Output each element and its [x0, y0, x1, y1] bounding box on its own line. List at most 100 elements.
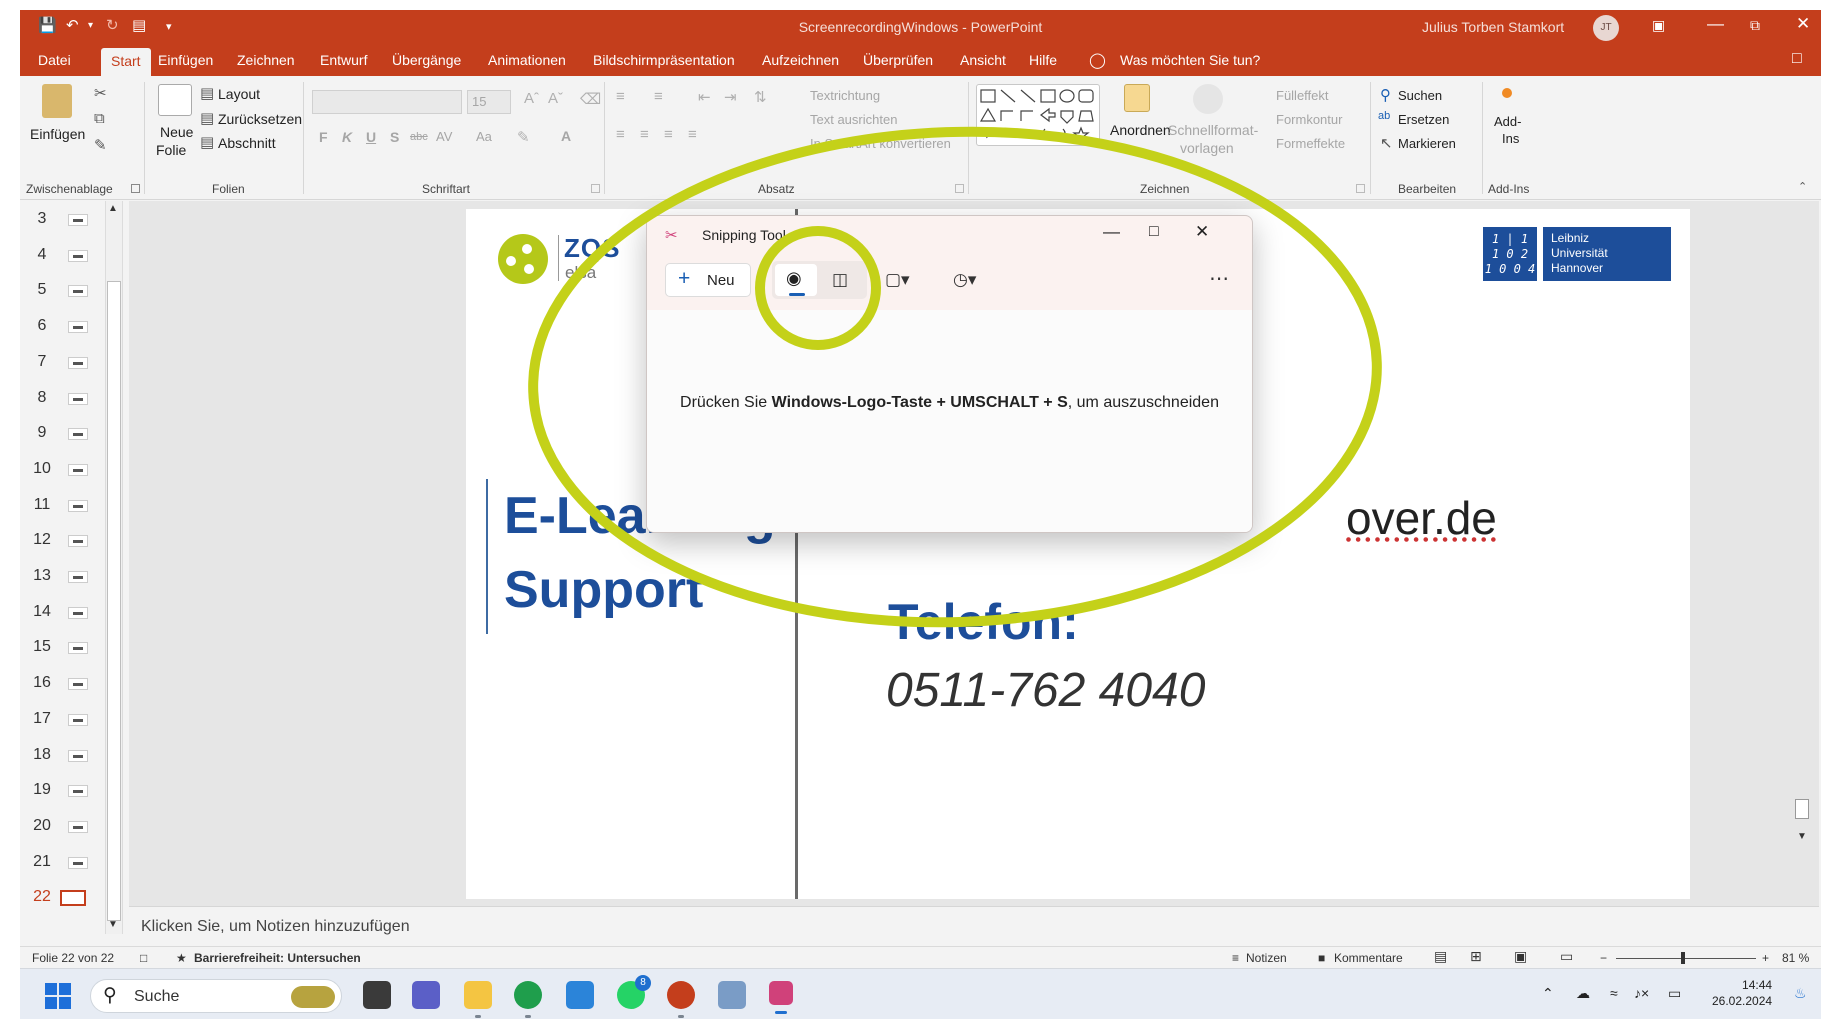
grow-font-icon[interactable]: Aˆ	[524, 90, 539, 107]
slide-thumbnail[interactable]	[68, 749, 88, 762]
tab-animationen[interactable]: Animationen	[488, 52, 566, 68]
slide-thumbnail[interactable]	[68, 285, 88, 298]
font-name-input[interactable]	[312, 90, 462, 114]
section-button[interactable]: Abschnitt	[218, 135, 276, 151]
align-center-icon[interactable]: ≡	[640, 126, 649, 143]
slide-number[interactable]: 5	[28, 281, 56, 299]
zoom-in-icon[interactable]: +	[1762, 951, 1769, 965]
paste-icon[interactable]	[42, 84, 72, 118]
slide-number[interactable]: 3	[28, 210, 56, 228]
char-spacing-button[interactable]: AV	[436, 129, 452, 144]
zoom-slider-thumb[interactable]	[1681, 952, 1685, 964]
quick-styles-icon[interactable]	[1193, 84, 1223, 114]
format-painter-icon[interactable]: ✎	[94, 136, 107, 154]
slide-number[interactable]: 7	[28, 353, 56, 371]
wifi-icon[interactable]: ≈	[1610, 985, 1618, 1001]
slide-thumbnail[interactable]	[68, 499, 88, 512]
minimize-icon[interactable]: —	[1103, 222, 1120, 242]
comment-icon[interactable]: □	[1792, 50, 1802, 68]
onedrive-icon[interactable]: ☁	[1576, 985, 1590, 1002]
slide-thumbnail[interactable]	[68, 428, 88, 441]
align-left-icon[interactable]: ≡	[616, 126, 625, 143]
quick-styles-label-2[interactable]: vorlagen	[1180, 140, 1234, 156]
close-icon[interactable]: ✕	[1195, 222, 1209, 242]
underline-button[interactable]: U	[366, 129, 376, 145]
paragraph-launcher-icon[interactable]	[955, 184, 964, 193]
layout-button[interactable]: Layout	[218, 86, 260, 102]
slide-number[interactable]: 6	[28, 317, 56, 335]
slide-thumbnail[interactable]	[68, 571, 88, 583]
reset-button[interactable]: Zurücksetzen	[218, 111, 302, 127]
store-icon[interactable]	[566, 981, 594, 1009]
shapes-gallery[interactable]	[976, 84, 1100, 146]
avatar[interactable]: JT	[1593, 15, 1619, 41]
slide-thumbnail[interactable]	[68, 356, 88, 369]
slide-number[interactable]: 9	[28, 424, 56, 442]
tab-bildschirmpraesentation[interactable]: Bildschirmpräsentation	[593, 52, 735, 68]
zoom-level[interactable]: 81 %	[1782, 951, 1809, 965]
text-direction-button[interactable]: Textrichtung	[810, 88, 880, 103]
addins-icon[interactable]	[1502, 88, 1512, 98]
slide-number[interactable]: 4	[28, 246, 56, 264]
slide-number[interactable]: 13	[28, 567, 56, 585]
zoom-slider[interactable]	[1616, 958, 1756, 959]
addins-label-2[interactable]: Ins	[1502, 131, 1519, 146]
tab-zeichnen[interactable]: Zeichnen	[237, 52, 295, 68]
highlight-icon[interactable]: ✎	[517, 128, 530, 146]
powerpoint-icon[interactable]	[667, 981, 695, 1018]
tab-aufzeichnen[interactable]: Aufzeichnen	[762, 52, 839, 68]
shrink-font-icon[interactable]: Aˇ	[548, 90, 563, 107]
slide-thumbnail[interactable]	[60, 890, 86, 907]
zoom-out-icon[interactable]: −	[1600, 951, 1607, 965]
tab-uebergaenge[interactable]: Übergänge	[392, 52, 461, 68]
tab-einfuegen[interactable]: Einfügen	[158, 52, 213, 68]
whatsapp-icon[interactable]: 8	[617, 975, 651, 1009]
canvas-scroll-box[interactable]	[1795, 799, 1809, 819]
task-view-icon[interactable]	[363, 981, 391, 1009]
tab-ueberpruefen[interactable]: Überprüfen	[863, 52, 933, 68]
slide-number[interactable]: 10	[28, 460, 56, 478]
replace-button[interactable]: Ersetzen	[1398, 112, 1449, 127]
new-slide-label-1[interactable]: Neue	[160, 124, 193, 140]
slide-thumbnail[interactable]	[68, 678, 88, 691]
arrange-button[interactable]: Anordnen	[1110, 122, 1171, 138]
slide-thumbnail[interactable]	[68, 392, 88, 405]
timer-icon[interactable]: ◷▾	[953, 270, 976, 290]
new-slide-label-2[interactable]: Folie	[156, 142, 186, 158]
italic-button[interactable]: K	[342, 129, 352, 145]
tab-ansicht[interactable]: Ansicht	[960, 52, 1006, 68]
font-launcher-icon[interactable]	[591, 184, 600, 193]
tell-me-search[interactable]: Was möchten Sie tun?	[1120, 52, 1260, 68]
slide-thumbnail[interactable]	[68, 820, 88, 833]
accessibility-status[interactable]: Barrierefreiheit: Untersuchen	[194, 951, 361, 965]
decrease-indent-icon[interactable]: ⇤	[698, 88, 711, 106]
chrome-icon[interactable]	[514, 981, 542, 1018]
shadow-button[interactable]: S	[390, 129, 399, 145]
slide-thumbnail[interactable]	[68, 249, 88, 262]
smartart-button[interactable]: In SmartArt konvertieren	[810, 136, 951, 151]
tab-hilfe[interactable]: Hilfe	[1029, 52, 1057, 68]
notes-pane[interactable]: Klicken Sie, um Notizen hinzuzufügen	[129, 906, 1819, 946]
slide-number[interactable]: 14	[28, 603, 56, 621]
drawing-launcher-icon[interactable]	[1356, 184, 1365, 193]
justify-icon[interactable]: ≡	[688, 126, 697, 143]
screenshot-mode-button[interactable]: ◉	[775, 264, 817, 296]
canvas-scroll-down-icon[interactable]: ▼	[1797, 831, 1807, 842]
reading-view-icon[interactable]: ▣	[1514, 948, 1527, 965]
font-color-button[interactable]: A	[561, 128, 571, 144]
speaker-muted-icon[interactable]: ♪×	[1634, 985, 1649, 1001]
close-icon[interactable]: ✕	[1796, 14, 1810, 34]
notes-placeholder[interactable]: Klicken Sie, um Notizen hinzuzufügen	[141, 918, 410, 936]
new-slide-icon[interactable]	[158, 84, 192, 116]
change-case-button[interactable]: Aa	[476, 129, 492, 144]
performance-monitor-icon[interactable]	[718, 981, 746, 1009]
slide-thumbnail[interactable]	[68, 642, 88, 655]
scrollbar-thumb[interactable]	[107, 281, 121, 921]
notification-bell-icon[interactable]: ♨	[1794, 985, 1807, 1002]
slide-sorter-icon[interactable]: ⊞	[1470, 948, 1482, 965]
minimize-icon[interactable]: —	[1707, 14, 1724, 34]
strikethrough-button[interactable]: abc	[410, 131, 428, 143]
slide-thumbnail[interactable]	[68, 535, 88, 548]
slide-thumbnail[interactable]	[68, 785, 88, 798]
arrange-icon[interactable]	[1124, 84, 1150, 112]
